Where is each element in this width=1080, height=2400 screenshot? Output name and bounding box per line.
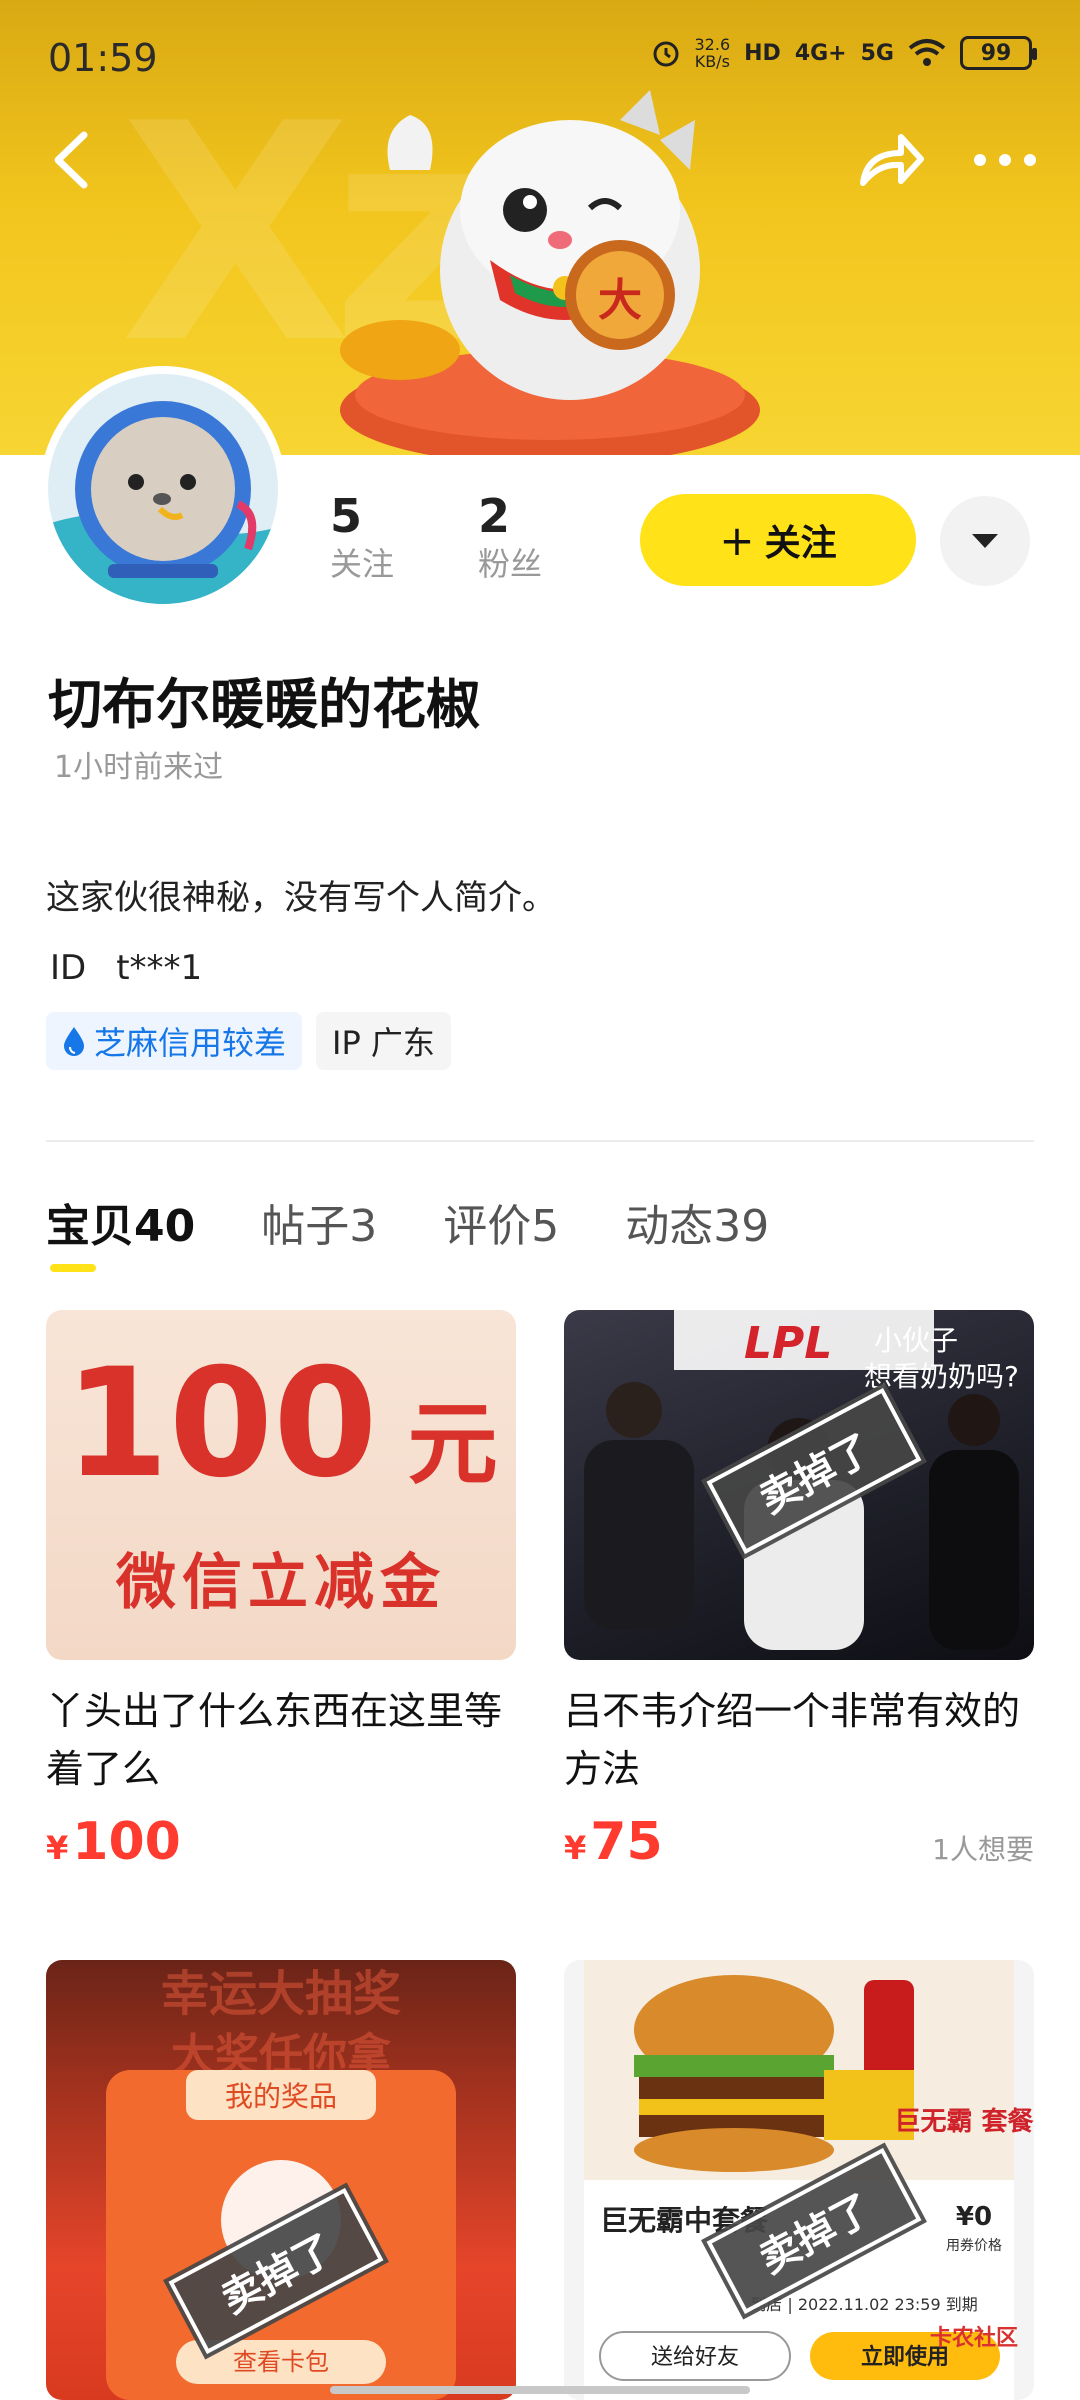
svg-text:送给好友: 送给好友	[651, 2345, 739, 2370]
svg-text:用券价格: 用券价格	[946, 2238, 1002, 2254]
credit-tag[interactable]: 芝麻信用较差	[46, 1012, 303, 1070]
plus-icon: +	[719, 515, 755, 565]
tab-active-indicator	[50, 1264, 96, 1272]
svg-text:到店 | 2022.11.02 23:59 到期: 到店 | 2022.11.02 23:59 到期	[750, 2295, 977, 2314]
tab-items[interactable]: 宝贝40	[46, 1190, 195, 1254]
username: 切布尔暖暖的花椒	[48, 673, 480, 736]
svg-text:幸运大抽奖: 幸运大抽奖	[161, 1966, 401, 2022]
network-speed: 32.6 KB/s	[694, 35, 731, 71]
tab-posts[interactable]: 帖子3	[261, 1190, 377, 1254]
following-label: 关注	[330, 545, 395, 583]
tab-reviews[interactable]: 评价5	[443, 1190, 559, 1254]
followers-label: 粉丝	[478, 545, 543, 583]
back-icon[interactable]	[44, 125, 104, 195]
tab-moments[interactable]: 动态39	[625, 1190, 769, 1254]
lucky-cat-illustration: 大	[340, 90, 760, 455]
hd-icon: HD	[744, 40, 781, 66]
followers-stat[interactable]: 2 粉丝	[478, 490, 542, 586]
wifi-icon	[908, 39, 946, 66]
prize-scene: 幸运大抽奖 大奖任你拿 我的奖品 查看卡包	[106, 1966, 456, 2400]
avatar[interactable]	[40, 366, 288, 612]
product-image: 100 元 微信立减金	[46, 1310, 516, 1660]
status-bar: 01:59 32.6 KB/s HD 4G+ 5G 99	[0, 0, 1080, 110]
wants-count: 1人想要	[932, 1833, 1034, 1866]
share-icon[interactable]	[855, 125, 925, 195]
svg-text:¥0: ¥0	[956, 2202, 992, 2232]
svg-text:大: 大	[598, 275, 642, 326]
followers-count: 2	[478, 489, 511, 543]
user-id-value: t***1	[116, 948, 203, 988]
profile-tags: 芝麻信用较差 IP 广东	[46, 1012, 451, 1070]
avatar-image	[48, 374, 288, 604]
dropdown-button[interactable]	[940, 496, 1030, 586]
signal-4g-icon: 4G+	[794, 40, 847, 66]
follow-button[interactable]: + 关注	[640, 494, 916, 586]
alarm-icon	[653, 41, 678, 67]
product-image: 幸运大抽奖 大奖任你拿 我的奖品 查看卡包 卖掉了	[46, 1960, 516, 2400]
product-price: ¥75	[564, 1812, 663, 1872]
brand-watermark: 卡农社区	[929, 2326, 1018, 2351]
signal-5g-icon: 5G	[860, 40, 894, 66]
status-time: 01:59	[48, 36, 158, 80]
svg-text:LPL: LPL	[744, 1318, 832, 1369]
product-image: LPL 小伙子 想看奶奶吗? 卖掉了	[564, 1310, 1034, 1660]
product-card[interactable]: LPL 小伙子 想看奶奶吗? 卖掉了 吕不韦介绍一个非常有效的方法 ¥75 1人…	[564, 1310, 1034, 1872]
product-card[interactable]: 幸运大抽奖 大奖任你拿 我的奖品 查看卡包 卖掉了	[46, 1960, 516, 2400]
status-icons: 32.6 KB/s HD 4G+ 5G 99	[651, 35, 1037, 71]
product-image: 巨无霸 套餐 巨无霸中套餐 ¥0 用券价格 到店 | 2022.11.02 23…	[564, 1960, 1034, 2400]
coupon-text: 微信立减金	[116, 1548, 446, 1618]
product-price-row: ¥75 1人想要	[564, 1812, 1034, 1872]
svg-text:我的奖品: 我的奖品	[225, 2080, 337, 2113]
product-card[interactable]: 100 元 微信立减金 丫头出了什么东西在这里等着了么 ¥100	[46, 1310, 516, 1872]
product-price: ¥100	[46, 1812, 181, 1872]
product-title: 丫头出了什么东西在这里等着了么	[46, 1689, 503, 1791]
svg-text:巨无霸 套餐: 巨无霸 套餐	[894, 2107, 1034, 2137]
user-id-label: ID	[50, 948, 87, 988]
following-count: 5	[330, 489, 363, 543]
last-seen: 1小时前来过	[54, 750, 224, 785]
home-indicator[interactable]	[330, 2386, 750, 2394]
product-price-row: ¥100	[46, 1812, 516, 1872]
coupon-amount: 100 元	[64, 1337, 498, 1511]
follow-button-label: 关注	[764, 523, 837, 564]
svg-text:想看奶奶吗?: 想看奶奶吗?	[864, 1360, 1019, 1393]
svg-text:小伙子: 小伙子	[874, 1324, 958, 1357]
bio: 这家伙很神秘，没有写个人简介。	[46, 878, 556, 918]
battery-icon: 99	[960, 36, 1037, 70]
caret-down-icon	[972, 534, 998, 548]
divider	[46, 1140, 1034, 1142]
profile-tabs: 宝贝40 帖子3 评价5 动态39	[46, 1190, 769, 1254]
product-title: 吕不韦介绍一个非常有效的方法	[564, 1689, 1021, 1791]
ip-tag: IP 广东	[316, 1012, 451, 1070]
user-id: ID t***1	[50, 948, 202, 988]
water-drop-icon	[64, 1027, 84, 1056]
svg-text:查看卡包: 查看卡包	[233, 2348, 329, 2376]
product-card[interactable]: 巨无霸 套餐 巨无霸中套餐 ¥0 用券价格 到店 | 2022.11.02 23…	[564, 1960, 1034, 2400]
credit-tag-label: 芝麻信用较差	[94, 1024, 287, 1062]
following-stat[interactable]: 5 关注	[330, 490, 394, 586]
more-icon[interactable]	[970, 140, 1040, 180]
